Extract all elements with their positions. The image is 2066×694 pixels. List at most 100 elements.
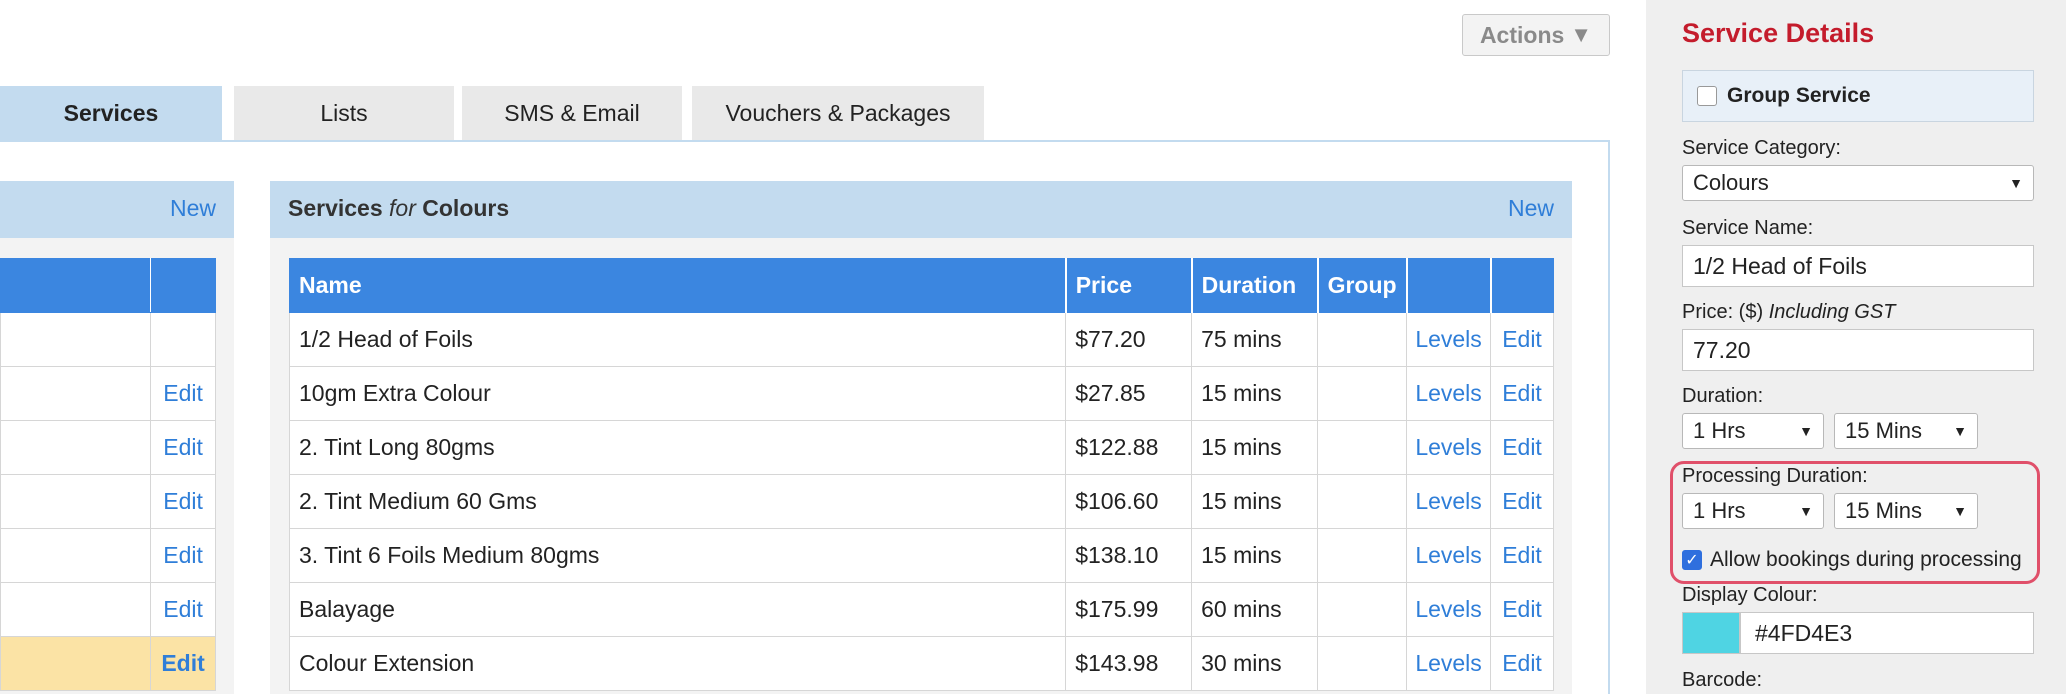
column-header-price: Price: [1065, 258, 1193, 313]
service-details-panel: Service Details Group Service Service Ca…: [1646, 0, 2066, 694]
tab-lists[interactable]: Lists: [234, 86, 454, 140]
services-panel-header: Services for Colours New: [270, 181, 1572, 238]
processing-duration-label: Processing Duration:: [1682, 465, 1868, 487]
chevron-down-icon: ▼: [1953, 503, 1967, 519]
edit-link[interactable]: Edit: [1490, 366, 1554, 421]
services-table: Name Price Duration Group 1/2 Head of Fo…: [288, 258, 1554, 691]
actions-button-label: Actions: [1479, 21, 1565, 48]
allow-bookings-checkbox[interactable]: ✓: [1682, 550, 1702, 570]
service-details-title: Service Details: [1682, 18, 1875, 48]
edit-link[interactable]: Edit: [1490, 528, 1554, 583]
service-price-cell: $77.20: [1065, 312, 1193, 367]
allow-bookings-row: ✓ Allow bookings during processing: [1682, 548, 2022, 572]
service-category-select[interactable]: Colours ▼: [1682, 165, 2034, 201]
column-header-edit: [1490, 258, 1554, 313]
service-price-cell: $106.60: [1065, 474, 1193, 529]
duration-hours-select[interactable]: 1 Hrs ▼: [1682, 413, 1824, 449]
table-row[interactable]: Balayage $175.99 60 mins Levels Edit: [288, 582, 1554, 637]
table-row[interactable]: 3. Tint 6 Foils Medium 80gms $138.10 15 mi…: [288, 528, 1554, 583]
table-row[interactable]: 2. Tint Medium 60 Gms $106.60 15 mins Level…: [288, 474, 1554, 529]
actions-button[interactable]: Actions ▼: [1462, 14, 1610, 56]
service-group-cell: [1317, 366, 1408, 421]
categories-table-header: [0, 258, 216, 313]
new-category-link[interactable]: New: [170, 195, 216, 222]
levels-link[interactable]: Levels: [1406, 636, 1492, 691]
edit-link[interactable]: Edit: [150, 636, 216, 691]
chevron-down-icon: ▼: [1799, 423, 1813, 439]
edit-link[interactable]: Edit: [150, 420, 216, 475]
table-row-selected[interactable]: Edit: [0, 636, 216, 691]
edit-link[interactable]: Edit: [1490, 636, 1554, 691]
levels-link[interactable]: Levels: [1406, 420, 1492, 475]
price-input[interactable]: 77.20: [1682, 329, 2034, 371]
service-price-cell: $175.99: [1065, 582, 1193, 637]
service-price-cell: $138.10: [1065, 528, 1193, 583]
new-service-link[interactable]: New: [1508, 195, 1554, 222]
table-row[interactable]: [0, 312, 216, 367]
tab-services[interactable]: Services: [0, 86, 222, 140]
allow-bookings-label: Allow bookings during processing: [1710, 548, 2022, 571]
table-row[interactable]: Edit: [0, 366, 216, 421]
service-duration-cell: 30 mins: [1191, 636, 1319, 691]
categories-table: Edit Edit Edit Edit Edit Edit: [0, 258, 216, 691]
levels-link[interactable]: Levels: [1406, 474, 1492, 529]
service-duration-cell: 15 mins: [1191, 474, 1319, 529]
display-colour-input[interactable]: #4FD4E3: [1740, 612, 2034, 654]
levels-link[interactable]: Levels: [1406, 582, 1492, 637]
table-row[interactable]: Colour Extension $143.98 30 mins Levels Edit: [288, 636, 1554, 691]
service-price-cell: $27.85: [1065, 366, 1193, 421]
display-colour-swatch[interactable]: [1682, 612, 1740, 654]
processing-hours-select[interactable]: 1 Hrs ▼: [1682, 493, 1824, 529]
edit-link: [150, 312, 216, 367]
service-name-label: Service Name:: [1682, 217, 1814, 239]
edit-link[interactable]: Edit: [1490, 312, 1554, 367]
app-root: Actions ▼ Services Lists SMS & Email Vou…: [0, 0, 2066, 694]
service-group-cell: [1317, 636, 1408, 691]
service-name-cell: 2. Tint Medium 60 Gms: [288, 474, 1067, 529]
table-row[interactable]: 2. Tint Long 80gms $122.88 15 mins Levels Ed…: [288, 420, 1554, 475]
column-header-name: Name: [288, 258, 1067, 313]
service-name-cell: 1/2 Head of Foils: [288, 312, 1067, 367]
service-group-cell: [1317, 528, 1408, 583]
table-row[interactable]: 1/2 Head of Foils $77.20 75 mins Levels Edit: [288, 312, 1554, 367]
edit-link[interactable]: Edit: [150, 528, 216, 583]
service-name-cell: 2. Tint Long 80gms: [288, 420, 1067, 475]
edit-link[interactable]: Edit: [1490, 420, 1554, 475]
levels-link[interactable]: Levels: [1406, 366, 1492, 421]
barcode-label: Barcode:: [1682, 669, 1763, 691]
levels-link[interactable]: Levels: [1406, 312, 1492, 367]
tab-vouchers-packages[interactable]: Vouchers & Packages: [692, 86, 984, 140]
service-duration-cell: 75 mins: [1191, 312, 1319, 367]
table-row[interactable]: Edit: [0, 420, 216, 475]
edit-link[interactable]: Edit: [150, 366, 216, 421]
table-row[interactable]: Edit: [0, 474, 216, 529]
edit-link[interactable]: Edit: [150, 474, 216, 529]
table-row[interactable]: Edit: [0, 528, 216, 583]
service-name-cell: 10gm Extra Colour: [288, 366, 1067, 421]
table-row[interactable]: Edit: [0, 582, 216, 637]
levels-link[interactable]: Levels: [1406, 528, 1492, 583]
group-service-checkbox[interactable]: [1697, 86, 1717, 106]
edit-link[interactable]: Edit: [1490, 582, 1554, 637]
services-panel-title: Services for Colours: [288, 195, 510, 221]
duration-minutes-select[interactable]: 15 Mins ▼: [1834, 413, 1978, 449]
service-duration-cell: 15 mins: [1191, 366, 1319, 421]
edit-link[interactable]: Edit: [150, 582, 216, 637]
services-table-header: Name Price Duration Group: [288, 258, 1554, 313]
processing-minutes-select[interactable]: 15 Mins ▼: [1834, 493, 1978, 529]
service-price-cell: $122.88: [1065, 420, 1193, 475]
service-group-cell: [1317, 582, 1408, 637]
chevron-down-icon: ▼: [1799, 503, 1813, 519]
group-service-box: Group Service: [1682, 70, 2034, 122]
tab-sms-email[interactable]: SMS & Email: [462, 86, 682, 140]
service-name-input[interactable]: 1/2 Head of Foils: [1682, 245, 2034, 287]
group-service-label: Group Service: [1727, 84, 1871, 107]
service-group-cell: [1317, 420, 1408, 475]
edit-link[interactable]: Edit: [1490, 474, 1554, 529]
caret-down-icon: ▼: [1570, 22, 1593, 47]
table-row[interactable]: 10gm Extra Colour $27.85 15 mins Levels Edit: [288, 366, 1554, 421]
service-duration-cell: 60 mins: [1191, 582, 1319, 637]
service-name-cell: Colour Extension: [288, 636, 1067, 691]
column-header-duration: Duration: [1191, 258, 1319, 313]
chevron-down-icon: ▼: [2009, 175, 2023, 191]
